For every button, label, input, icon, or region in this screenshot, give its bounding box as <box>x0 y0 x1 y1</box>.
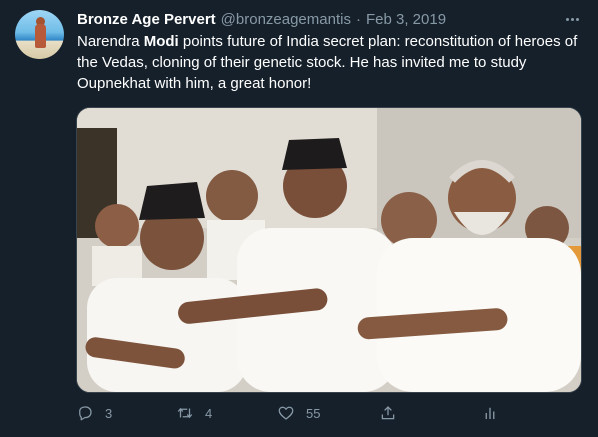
tweet-text-bold: Modi <box>143 33 179 50</box>
photo-illustration <box>77 108 581 392</box>
retweet-count: 4 <box>205 405 213 421</box>
retweet-button[interactable]: 4 <box>176 401 212 425</box>
share-icon <box>381 406 395 420</box>
avatar[interactable] <box>15 10 64 59</box>
reply-count: 3 <box>105 405 113 421</box>
avatar-figure-body <box>35 24 46 48</box>
more-dot <box>570 17 574 21</box>
tweet-date[interactable]: Feb 3, 2019 <box>366 11 446 28</box>
user-handle[interactable]: @bronzeagemantis <box>221 11 351 28</box>
more-dot <box>575 17 579 21</box>
like-count: 55 <box>306 405 321 421</box>
display-name[interactable]: Bronze Age Pervert <box>77 11 216 28</box>
tweet-text-start: Narendra <box>77 33 144 50</box>
reply-icon <box>79 406 92 421</box>
share-button[interactable] <box>379 401 397 425</box>
analytics-icon <box>485 407 495 419</box>
tweet-actions: 3 4 55 <box>76 401 506 425</box>
tweet-text: Narendra Modi points future of India sec… <box>77 31 587 94</box>
like-button[interactable]: 55 <box>277 401 320 425</box>
reply-button[interactable]: 3 <box>76 401 112 425</box>
more-dot <box>565 17 569 21</box>
more-options-icon[interactable] <box>562 10 582 28</box>
tweet[interactable]: Bronze Age Pervert @bronzeagemantis · Fe… <box>0 0 598 437</box>
analytics-button[interactable] <box>481 401 499 425</box>
tweet-photo[interactable] <box>76 107 582 393</box>
tweet-header: Bronze Age Pervert @bronzeagemantis · Fe… <box>77 9 446 29</box>
separator-dot: · <box>355 10 361 28</box>
heart-icon <box>278 406 294 420</box>
retweet-icon <box>177 407 193 419</box>
